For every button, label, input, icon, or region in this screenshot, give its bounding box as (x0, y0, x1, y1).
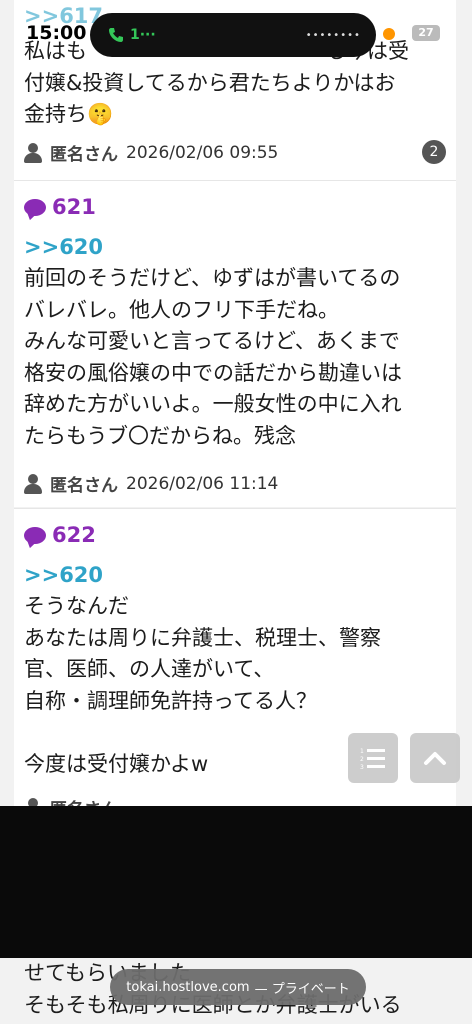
post-number-label: 621 (52, 195, 96, 219)
numbered-list-icon: 1 2 3 (360, 748, 385, 770)
comment-bubble-icon (24, 526, 46, 544)
user-icon (24, 142, 42, 163)
post-line: 格安の風俗嬢の中での話だから勘違いは (24, 360, 402, 385)
post-number[interactable]: 622 (24, 523, 96, 547)
post-meta: 匿名さん 2026/02/06 11:14 (24, 471, 278, 496)
audio-wave-icon: •••••••• (305, 29, 361, 41)
redacted-area (0, 806, 472, 958)
scroll-top-button[interactable] (410, 733, 460, 783)
post-card: 621 >>620 前回のそうだけど、ゆずはが書いてるの バレバレ。他人のフリ下… (14, 181, 456, 507)
post-meta: 匿名さん 2026/02/06 09:55 (24, 140, 278, 165)
post-line: 自称・調理師免許持ってる人？ (24, 688, 317, 713)
post-number-label: 622 (52, 523, 96, 547)
status-time: 15:00 (26, 22, 87, 44)
post-line: みんな可愛いと言ってるけど、あくまで (24, 329, 400, 354)
list-menu-button[interactable]: 1 2 3 (348, 733, 398, 783)
chevron-up-icon (424, 752, 446, 765)
url-text: tokai.hostlove.com (126, 979, 250, 995)
post-line: 官、医師、の人達がいて、 (24, 657, 275, 682)
call-duration: 1··· (130, 27, 156, 43)
author-name: 匿名さん (50, 145, 118, 165)
post-line: そうなんだ (24, 594, 129, 618)
svg-text:2: 2 (360, 756, 364, 763)
reply-anchor-link[interactable]: >>620 (24, 235, 103, 259)
post-date: 2026/02/06 11:14 (126, 473, 279, 494)
thread-page: >>617 私はもも今は受 付嬢&投資してるから君たちよりかはお 金持ち🤫 匿名… (0, 0, 472, 1024)
dynamic-island[interactable]: 1··· •••••••• (90, 13, 376, 57)
post-line: たらもうブ〇だからね。残念 (24, 423, 296, 448)
post-line: 付嬢&投資してるから君たちよりかはお (24, 70, 396, 95)
reply-anchor-link[interactable]: >>620 (24, 563, 103, 587)
post-line: あなたは周りに弁護士、税理士、警察 (24, 625, 381, 650)
post-body: 前回のそうだけど、ゆずはが書いてるの バレバレ。他人のフリ下手だね。 みんな可愛… (24, 263, 456, 453)
address-bar[interactable]: tokai.hostlove.com — プライベート (110, 969, 366, 1005)
post-line: バレバレ。他人のフリ下手だね。 (24, 297, 339, 322)
post-number[interactable]: 621 (24, 195, 96, 219)
reply-count-badge[interactable]: 2 (422, 140, 446, 164)
battery-icon: 27 (412, 25, 440, 41)
comment-bubble-icon (24, 198, 46, 216)
private-mode-label: — プライベート (254, 981, 350, 997)
post-date: 2026/02/06 09:55 (126, 142, 279, 163)
post-line: 金持ち🤫 (24, 102, 114, 127)
recording-dot-icon (383, 28, 395, 40)
user-icon (24, 473, 42, 494)
svg-text:1: 1 (360, 748, 364, 755)
post-line: 前回のそうだけど、ゆずはが書いてるの (24, 266, 401, 290)
svg-text:3: 3 (360, 764, 364, 770)
author-name: 匿名さん (50, 476, 118, 496)
post-line: 辞めた方がいいよ。一般女性の中に入れ (24, 392, 402, 417)
phone-call-icon (109, 28, 123, 42)
